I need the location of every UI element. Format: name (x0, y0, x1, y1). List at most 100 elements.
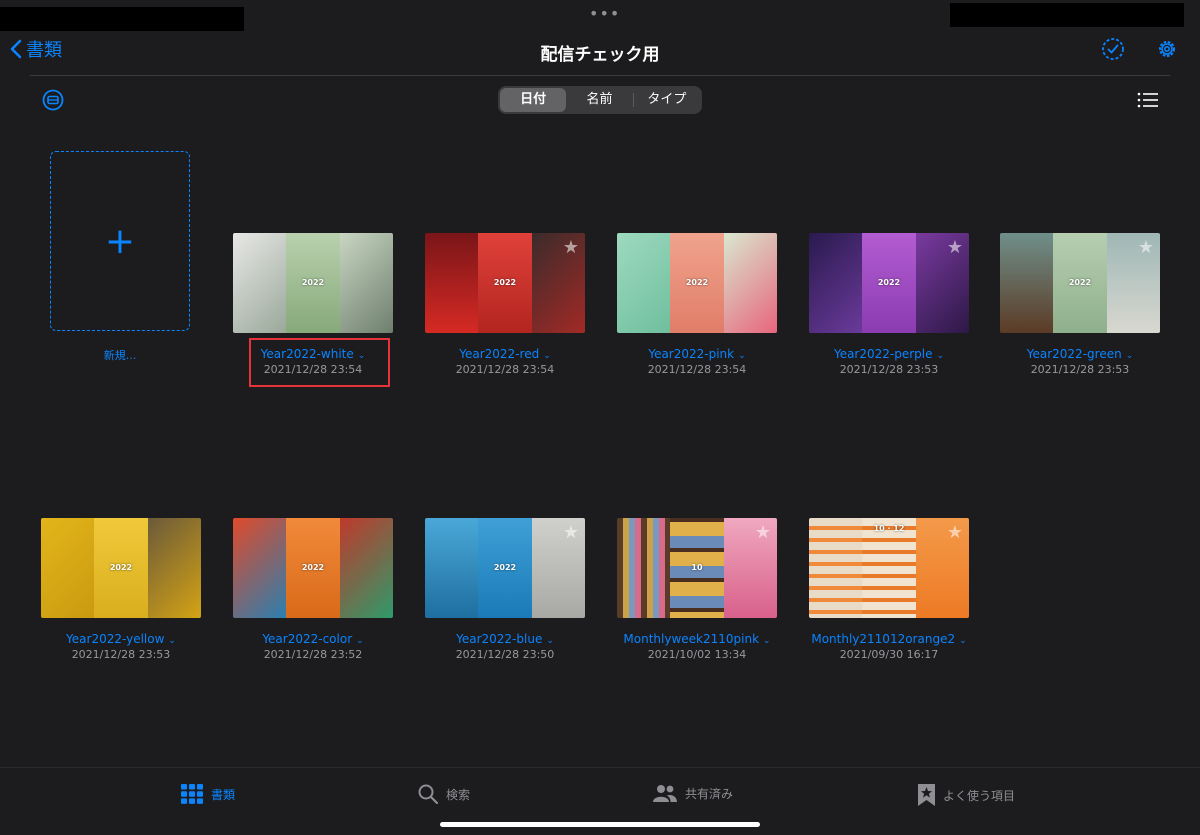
bookmark-star-icon (918, 784, 935, 806)
document-name-text: Year2022-yellow (66, 632, 165, 646)
document-thumbnail[interactable]: 2022 ★ (809, 233, 969, 333)
document-name-text: Year2022-perple (833, 347, 933, 361)
thumbnail-year: 2022 (109, 563, 133, 572)
chevron-down-icon: ⌄ (763, 636, 771, 646)
document-name[interactable]: Year2022-perple ⌄ (809, 347, 969, 361)
tab-documents[interactable]: 書類 (181, 784, 235, 804)
back-button[interactable]: 書類 (10, 36, 62, 62)
document-name[interactable]: Year2022-red ⌄ (425, 347, 585, 361)
document-name[interactable]: Year2022-color ⌄ (233, 632, 393, 646)
star-icon: ★ (946, 522, 963, 543)
tab-label: よく使う項目 (943, 788, 1016, 803)
chevron-down-icon: ⌄ (356, 636, 364, 646)
chevron-down-icon: ⌄ (168, 636, 176, 646)
document-name-text: Year2022-pink (648, 347, 735, 361)
document-name-text: Year2022-blue (456, 632, 543, 646)
document-thumbnail[interactable]: 10 · 12 ★ (809, 518, 969, 618)
select-button[interactable] (1101, 37, 1125, 65)
document-date: 2021/10/02 13:34 (647, 648, 747, 661)
document-thumbnail[interactable]: 2022 ★ (425, 233, 585, 333)
document-item: 10 ★ Monthlyweek2110pink ⌄ 2021/10/02 13:… (617, 518, 777, 661)
plus-icon: + (104, 221, 136, 262)
redacted-status-left (0, 7, 244, 31)
gear-icon (1159, 41, 1175, 57)
header-divider (30, 75, 1170, 76)
sort-by-name[interactable]: 名前 (566, 88, 632, 112)
document-name[interactable]: Year2022-blue ⌄ (425, 632, 585, 646)
document-name[interactable]: Monthlyweek2110pink ⌄ (617, 632, 777, 646)
document-thumbnail[interactable]: 2022 (233, 518, 393, 618)
thumbnail-year: 2022 (493, 278, 517, 287)
document-name-text: Year2022-color (262, 632, 353, 646)
document-item: 2022 ★ Year2022-perple ⌄ 2021/12/28 23:53 (809, 233, 969, 376)
chevron-down-icon: ⌄ (546, 636, 554, 646)
thumbnail-year: 10 (691, 563, 703, 572)
document-name[interactable]: Monthly211012orange2 ⌄ (809, 632, 969, 646)
document-item: 2022 Year2022-yellow ⌄ 2021/12/28 23:53 (41, 518, 201, 661)
document-date: 2021/12/28 23:53 (839, 363, 939, 376)
sort-by-type[interactable]: タイプ (634, 88, 700, 112)
grid-icon (181, 784, 203, 804)
chevron-left-icon (10, 39, 22, 59)
tab-label: 検索 (446, 787, 471, 802)
tab-label: 共有済み (685, 786, 734, 801)
view-toggle-button[interactable] (1137, 92, 1159, 112)
document-name[interactable]: Year2022-green ⌄ (1000, 347, 1160, 361)
scan-icon (42, 89, 64, 111)
thumbnail-year: 10 · 12 (873, 524, 905, 533)
star-icon: ★ (1137, 237, 1154, 258)
document-date: 2021/12/28 23:52 (263, 648, 363, 661)
star-icon: ★ (754, 522, 771, 543)
document-name-text: Monthly211012orange2 (811, 632, 956, 646)
tab-favorites[interactable]: よく使う項目 (918, 784, 1015, 806)
document-name[interactable]: Year2022-yellow ⌄ (41, 632, 201, 646)
selection-highlight-box (249, 338, 390, 387)
new-document-label[interactable]: 新規... (50, 347, 190, 363)
chevron-down-icon: ⌄ (543, 351, 551, 361)
chevron-down-icon: ⌄ (1125, 351, 1134, 361)
sort-segmented-control: 日付 名前 タイプ (498, 86, 702, 114)
document-date: 2021/12/28 23:53 (1030, 363, 1130, 376)
document-name-text: Year2022-green (1026, 347, 1122, 361)
settings-button[interactable] (1156, 38, 1178, 64)
redacted-status-right (950, 3, 1184, 27)
document-thumbnail[interactable]: 2022 (233, 233, 393, 333)
document-date: 2021/09/30 16:17 (839, 648, 939, 661)
document-thumbnail[interactable]: 2022 ★ (425, 518, 585, 618)
star-icon: ★ (946, 237, 963, 258)
star-icon: ★ (562, 522, 579, 543)
document-name[interactable]: Year2022-pink ⌄ (617, 347, 777, 361)
star-icon: ★ (562, 237, 579, 258)
document-date: 2021/12/28 23:53 (71, 648, 171, 661)
thumbnail-year: 2022 (301, 563, 325, 572)
document-item: 10 · 12 ★ Monthly211012orange2 ⌄ 2021/09/… (809, 518, 969, 661)
list-view-icon (1137, 92, 1158, 108)
chevron-down-icon: ⌄ (959, 636, 967, 646)
document-thumbnail[interactable]: 2022 (41, 518, 201, 618)
thumbnail-year: 2022 (1068, 278, 1092, 287)
document-date: 2021/12/28 23:50 (455, 648, 555, 661)
sort-by-date[interactable]: 日付 (500, 88, 567, 112)
document-name-text: Monthlyweek2110pink (623, 632, 760, 646)
chevron-down-icon: ⌄ (738, 351, 746, 361)
scan-button[interactable] (42, 89, 64, 115)
document-thumbnail[interactable]: 10 ★ (617, 518, 777, 618)
document-thumbnail[interactable]: 2022 ★ (1000, 233, 1160, 333)
back-button-label: 書類 (26, 40, 62, 61)
multitasking-dots-icon[interactable]: ••• (589, 4, 620, 23)
document-item: 2022 Year2022-color ⌄ 2021/12/28 23:52 (233, 518, 393, 661)
tab-search[interactable]: 検索 (418, 784, 470, 804)
thumbnail-year: 2022 (685, 278, 709, 287)
home-indicator[interactable] (440, 822, 760, 827)
search-icon (418, 784, 438, 804)
document-date: 2021/12/28 23:54 (647, 363, 747, 376)
document-item: 2022 ★ Year2022-green ⌄ 2021/12/28 23:53 (1000, 233, 1160, 376)
thumbnail-year: 2022 (301, 278, 325, 287)
document-thumbnail[interactable]: 2022 (617, 233, 777, 333)
new-document-tile[interactable]: + (50, 151, 190, 331)
tab-shared[interactable]: 共有済み (653, 784, 733, 802)
document-name-text: Year2022-red (459, 347, 540, 361)
people-icon (653, 785, 677, 802)
document-item: 2022 ★ Year2022-red ⌄ 2021/12/28 23:54 (425, 233, 585, 376)
page-title: 配信チェック用 (540, 45, 660, 65)
